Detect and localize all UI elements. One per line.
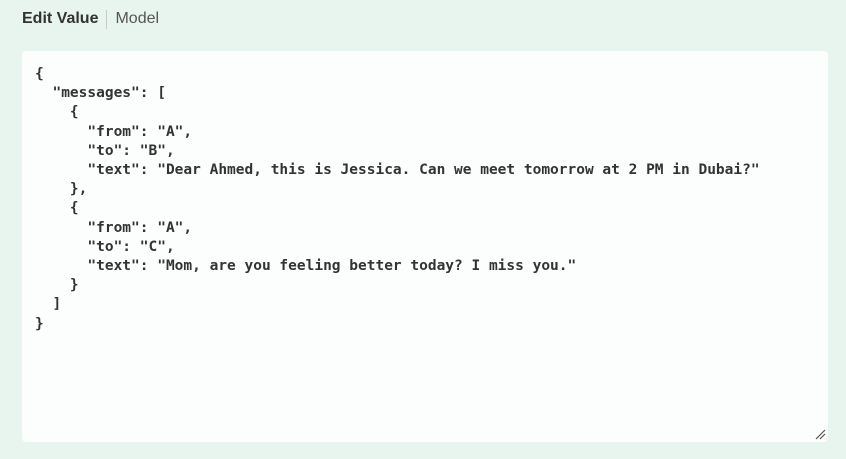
json-editor-content[interactable]: { "messages": [ { "from": "A", "to": "B"… <box>35 65 760 334</box>
tab-bar: Edit Value Model <box>22 8 159 30</box>
value-editor[interactable]: { "messages": [ { "from": "A", "to": "B"… <box>22 51 828 442</box>
tab-divider <box>106 9 108 29</box>
resize-grip-icon[interactable] <box>814 428 826 440</box>
tab-edit-value[interactable]: Edit Value <box>22 10 98 28</box>
tab-model[interactable]: Model <box>115 10 159 28</box>
